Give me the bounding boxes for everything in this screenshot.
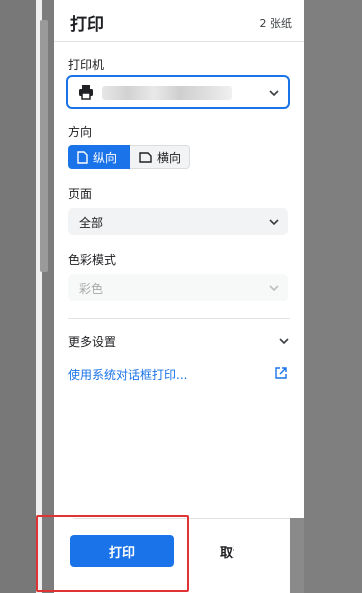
chevron-down-icon (279, 338, 289, 345)
orientation-portrait-button[interactable]: 纵向 (68, 145, 130, 169)
color-mode-label: 色彩模式 (68, 253, 117, 267)
printer-dropdown[interactable] (66, 75, 290, 109)
chevron-down-icon (269, 90, 279, 97)
pages-label: 页面 (68, 187, 93, 201)
more-settings-toggle[interactable]: 更多设置 (68, 333, 290, 351)
portrait-page-icon (77, 150, 88, 164)
pages-value: 全部 (79, 216, 104, 230)
printer-name-blurred (102, 86, 232, 100)
printer-label: 打印机 (68, 58, 105, 72)
orientation-landscape-button[interactable]: 横向 (130, 145, 190, 169)
section-divider (68, 318, 290, 319)
annotation-highlight-box (36, 515, 189, 592)
background-overlay (304, 0, 362, 593)
color-mode-dropdown: 彩色 (68, 274, 288, 301)
open-external-icon[interactable] (274, 366, 288, 380)
printer-icon (79, 85, 93, 100)
page-title: 打印 (70, 15, 104, 35)
preview-scrollbar[interactable] (40, 20, 48, 272)
color-mode-value: 彩色 (79, 282, 104, 296)
print-preview-area (0, 0, 42, 593)
portrait-label: 纵向 (93, 150, 118, 165)
cancel-button[interactable]: 取消 (220, 535, 234, 567)
chevron-down-icon (269, 219, 279, 226)
system-dialog-link[interactable]: 使用系统对话框打印... (68, 366, 187, 383)
orientation-label: 方向 (68, 125, 93, 139)
preview-page-shadow (0, 0, 40, 593)
panel-edge-shadow (290, 518, 304, 593)
sheet-count: 2 张纸 (259, 17, 293, 30)
more-settings-label: 更多设置 (68, 335, 117, 349)
landscape-page-icon (139, 151, 152, 163)
panel-header: 打印 2 张纸 (54, 0, 304, 42)
chevron-down-icon (269, 285, 279, 292)
pages-dropdown[interactable]: 全部 (68, 208, 288, 235)
cancel-label: 取消 (220, 545, 234, 561)
landscape-label: 横向 (157, 150, 182, 165)
print-settings-panel: 打印 2 张纸 打印机 方向 纵向 横向 页面 全部 色彩模式 彩色 更多设置 … (54, 0, 304, 593)
